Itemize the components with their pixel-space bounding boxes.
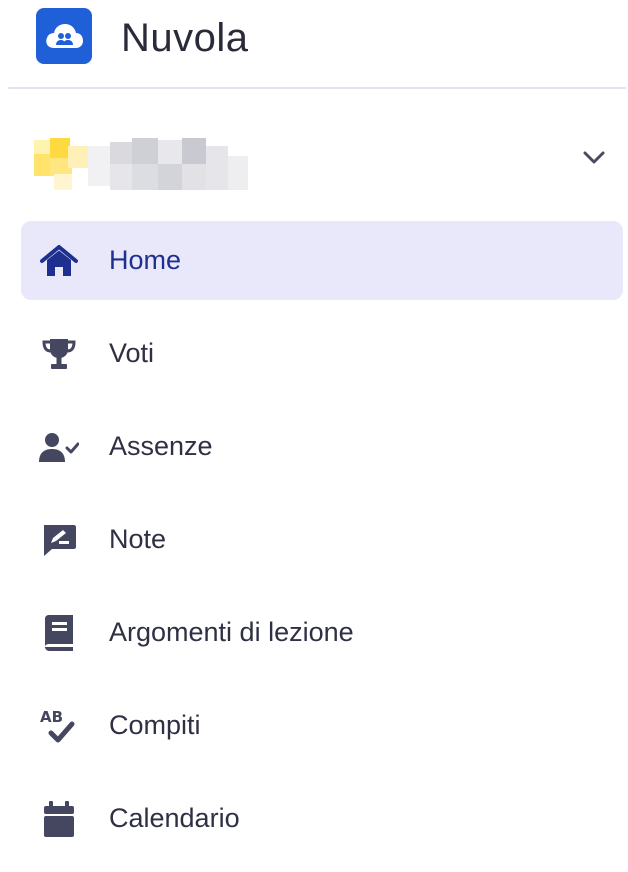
cloud-users-icon[interactable] [36, 8, 92, 64]
redacted-account-name [30, 118, 260, 198]
sidebar-item-argomenti[interactable]: Argomenti di lezione [21, 593, 623, 672]
book-icon [36, 610, 82, 656]
sidebar-item-assenze[interactable]: Assenze [21, 407, 623, 486]
svg-text:AB: AB [40, 708, 63, 726]
calendar-icon [36, 796, 82, 842]
user-check-icon [36, 424, 82, 470]
sidebar-nav: Home Voti Assenze Note Argomenti di lezi… [21, 221, 623, 872]
trophy-icon [36, 331, 82, 377]
sidebar-item-label: Home [109, 245, 182, 275]
sidebar-item-label: Argomenti di lezione [109, 617, 354, 647]
app-header: Nuvola [0, 0, 628, 88]
sidebar-item-label: Voti [109, 338, 155, 368]
account-selector[interactable] [30, 118, 610, 202]
header-divider [8, 87, 626, 89]
sidebar-item-home[interactable]: Home [21, 221, 623, 300]
note-edit-icon [36, 517, 82, 563]
sidebar-item-label: Assenze [109, 431, 213, 461]
chevron-down-icon[interactable] [578, 142, 610, 174]
sidebar-item-compiti[interactable]: AB Compiti [21, 686, 623, 765]
spellcheck-icon: AB [36, 703, 82, 749]
sidebar-item-label: Calendario [109, 803, 240, 833]
home-icon [36, 238, 82, 284]
sidebar-item-label: Note [109, 524, 167, 554]
sidebar-item-note[interactable]: Note [21, 500, 623, 579]
sidebar-item-label: Compiti [109, 710, 201, 740]
app-title: Nuvola [121, 16, 249, 60]
sidebar-item-calendario[interactable]: Calendario [21, 779, 623, 858]
sidebar-item-voti[interactable]: Voti [21, 314, 623, 393]
